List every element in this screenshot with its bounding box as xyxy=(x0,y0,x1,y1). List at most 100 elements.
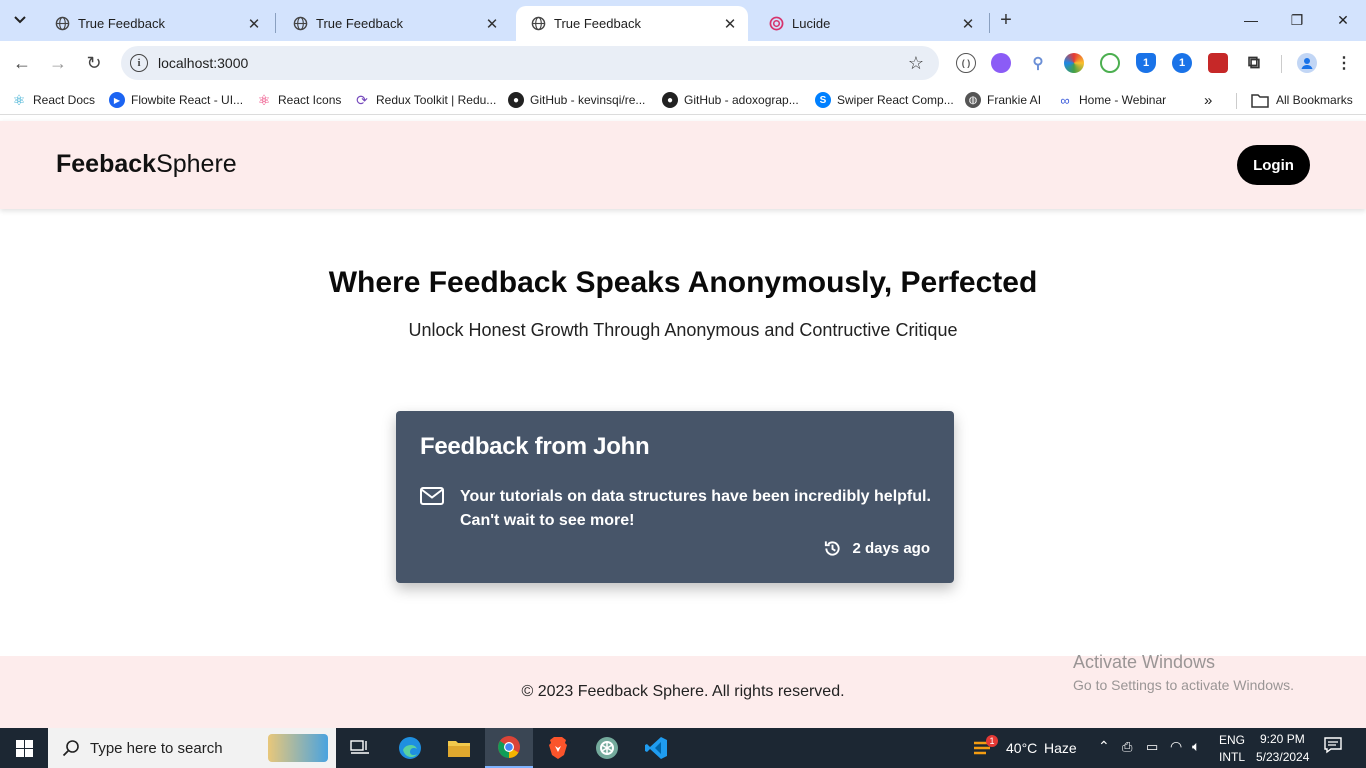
extension-dev-icon[interactable]: ( ) xyxy=(956,53,976,73)
minimize-button[interactable]: — xyxy=(1228,0,1274,40)
extensions-puzzle-icon[interactable]: ⧉ xyxy=(1244,53,1264,73)
restore-button[interactable]: ❐ xyxy=(1274,0,1320,40)
github-icon: ● xyxy=(662,92,678,108)
taskbar-chatgpt[interactable] xyxy=(583,728,631,768)
globe-icon xyxy=(54,16,70,32)
lucide-logo-icon xyxy=(768,16,784,32)
bookmarks-bar: ⚛ React Docs ▶ Flowbite React - UI... ⚛ … xyxy=(0,85,1366,115)
globe-icon xyxy=(530,16,546,32)
extension-magic-icon[interactable] xyxy=(991,53,1011,73)
bookmark-redux-toolkit[interactable]: ⟳ Redux Toolkit | Redu... xyxy=(354,91,496,109)
bookmark-frankie-ai[interactable]: ◍ Frankie AI xyxy=(965,91,1041,109)
profile-avatar-icon[interactable] xyxy=(1297,53,1317,73)
clock-date[interactable]: 5/23/2024 xyxy=(1256,750,1309,764)
hero-subtitle: Unlock Honest Growth Through Anonymous a… xyxy=(408,320,958,340)
chevron-down-icon xyxy=(14,16,26,24)
extension-ring-icon[interactable] xyxy=(1100,53,1120,73)
tab-true-feedback-active[interactable]: True Feedback ✕ xyxy=(516,6,748,41)
keyboard-layout-indicator[interactable]: INTL xyxy=(1219,750,1245,764)
tab-title: True Feedback xyxy=(78,16,165,31)
weather-temperature[interactable]: 40°C xyxy=(1006,740,1037,756)
forward-button[interactable]: → xyxy=(44,49,72,77)
webinar-icon: ∞ xyxy=(1060,92,1070,108)
bookmark-github-kevinsqi[interactable]: ● GitHub - kevinsqi/re... xyxy=(508,91,645,109)
url-text[interactable]: localhost:3000 xyxy=(158,55,903,71)
feedback-card[interactable]: Feedback from John Your tutorials on dat… xyxy=(396,411,954,583)
tab-search-button[interactable] xyxy=(6,6,34,34)
plus-icon: + xyxy=(1000,8,1012,31)
bookmark-react-icons[interactable]: ⚛ React Icons xyxy=(256,91,342,109)
mail-icon xyxy=(420,487,444,505)
bookmarks-divider xyxy=(1236,93,1237,109)
bookmark-home-webinar[interactable]: ∞ Home - Webinar xyxy=(1057,91,1166,109)
folder-icon xyxy=(1251,93,1269,108)
bookmarks-overflow-button[interactable]: » xyxy=(1204,91,1212,109)
tab-separator xyxy=(989,13,990,33)
taskbar-file-explorer[interactable] xyxy=(435,728,483,768)
tab-title: True Feedback xyxy=(316,16,403,31)
taskbar-search-placeholder: Type here to search xyxy=(90,739,223,757)
brand-logo[interactable]: FeebackSphere xyxy=(56,150,237,179)
new-tab-button[interactable]: + xyxy=(994,8,1018,32)
wifi-icon[interactable]: ◠ xyxy=(1170,738,1182,755)
extension-red-icon[interactable] xyxy=(1208,53,1228,73)
close-icon[interactable]: ✕ xyxy=(720,14,740,34)
bookmark-star-icon[interactable]: ☆ xyxy=(903,53,929,74)
close-window-button[interactable]: ✕ xyxy=(1320,0,1366,40)
address-bar[interactable]: i localhost:3000 ☆ xyxy=(121,46,939,80)
windows-logo-icon xyxy=(15,739,33,757)
arrow-right-icon: → xyxy=(49,52,67,73)
toolbar-divider xyxy=(1281,55,1282,73)
meet-now-icon[interactable]: ⎙ xyxy=(1122,739,1132,755)
taskbar-brave[interactable] xyxy=(534,728,582,768)
speaker-icon[interactable]: 🔈︎ xyxy=(1192,738,1200,755)
extension-search-icon[interactable]: ⚲ xyxy=(1028,53,1048,73)
notification-center-icon[interactable] xyxy=(1324,736,1342,757)
browser-toolbar: ← → ↻ i localhost:3000 ☆ ( ) ⚲ 1 1 ⧉ ⋮ xyxy=(0,41,1366,85)
weather-description[interactable]: Haze xyxy=(1044,740,1077,756)
windows-taskbar: Type here to search 1 40°C Haze ⌃ ⎙ ▭ ◠ … xyxy=(0,728,1366,768)
login-button[interactable]: Login xyxy=(1237,145,1310,185)
bookmark-github-adoxograp[interactable]: ● GitHub - adoxograp... xyxy=(662,91,799,109)
close-icon[interactable]: ✕ xyxy=(958,14,978,34)
weather-alert-badge: 1 xyxy=(986,735,998,747)
bookmark-swiper[interactable]: S Swiper React Comp... xyxy=(815,91,954,109)
all-bookmarks-button[interactable]: All Bookmarks xyxy=(1251,91,1353,109)
reload-button[interactable]: ↻ xyxy=(80,49,108,77)
globe-icon: ◍ xyxy=(965,92,981,108)
folder-icon xyxy=(448,741,470,757)
bookmark-flowbite[interactable]: ▶ Flowbite React - UI... xyxy=(109,91,243,109)
card-timestamp: 2 days ago xyxy=(823,539,930,558)
search-highlight-icon xyxy=(268,734,328,762)
swiper-icon: S xyxy=(815,92,831,108)
tab-true-feedback-2[interactable]: True Feedback ✕ xyxy=(278,6,510,41)
close-icon[interactable]: ✕ xyxy=(482,14,502,34)
close-icon[interactable]: ✕ xyxy=(244,14,264,34)
task-view-button[interactable] xyxy=(336,728,384,768)
taskbar-search-box[interactable]: Type here to search xyxy=(48,728,336,768)
tab-lucide[interactable]: Lucide ✕ xyxy=(754,6,986,41)
back-button[interactable]: ← xyxy=(8,49,36,77)
bookmark-react-docs[interactable]: ⚛ React Docs xyxy=(11,91,95,109)
chevron-up-icon[interactable]: ⌃ xyxy=(1098,738,1110,755)
site-header: FeebackSphere Login xyxy=(0,121,1366,209)
arrow-left-icon: ← xyxy=(13,52,31,73)
battery-icon[interactable]: ▭ xyxy=(1146,739,1158,755)
taskbar-edge[interactable] xyxy=(386,728,434,768)
taskbar-vscode[interactable] xyxy=(632,728,680,768)
clock-time[interactable]: 9:20 PM xyxy=(1260,732,1305,746)
language-indicator[interactable]: ENG xyxy=(1219,733,1245,747)
extension-badge-icon[interactable]: 1 xyxy=(1172,53,1192,73)
minimize-icon: — xyxy=(1244,12,1258,28)
start-button[interactable] xyxy=(0,728,48,768)
menu-dots-icon[interactable]: ⋮ xyxy=(1334,53,1354,73)
chatgpt-icon xyxy=(596,737,618,759)
github-icon: ● xyxy=(508,92,524,108)
extension-color-icon[interactable] xyxy=(1064,53,1084,73)
extension-shield-icon[interactable]: 1 xyxy=(1136,53,1156,73)
restore-icon: ❐ xyxy=(1290,11,1304,28)
site-info-icon[interactable]: i xyxy=(130,54,148,72)
taskbar-chrome[interactable] xyxy=(485,728,533,768)
tab-true-feedback-1[interactable]: True Feedback ✕ xyxy=(40,6,272,41)
redux-icon: ⟳ xyxy=(356,91,368,108)
